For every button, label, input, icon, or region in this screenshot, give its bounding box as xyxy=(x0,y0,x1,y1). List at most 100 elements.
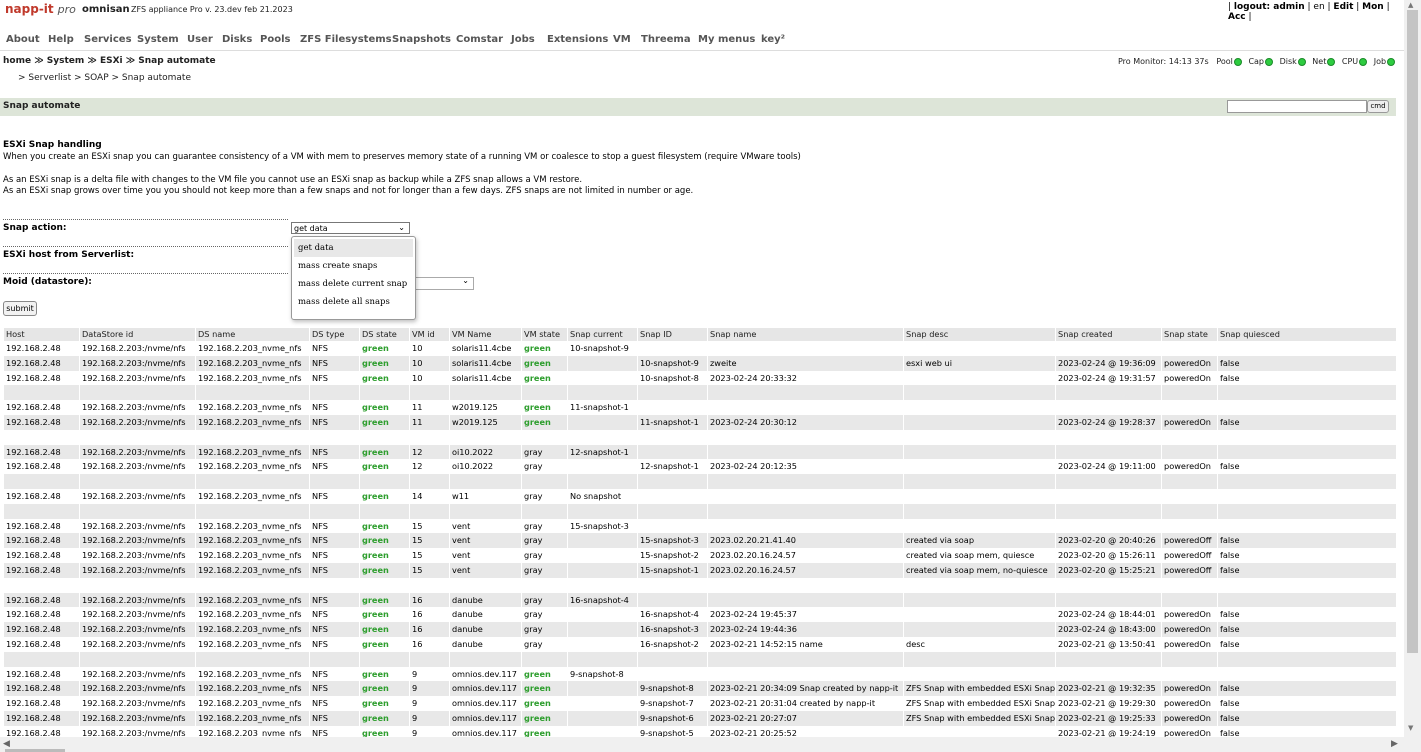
table-cell: 192.168.2.203_nvme_nfs xyxy=(195,355,309,371)
option-get-data[interactable]: get data xyxy=(294,239,413,257)
column-header[interactable]: Snap desc xyxy=(903,328,1055,341)
column-header[interactable]: Snap name xyxy=(707,328,903,341)
table-cell: 10-snapshot-9 xyxy=(637,355,707,371)
menu-vm[interactable]: VM xyxy=(613,34,631,45)
column-header[interactable]: Snap quiesced xyxy=(1217,328,1396,341)
table-cell xyxy=(521,429,567,445)
monitor-job[interactable]: Job xyxy=(1374,57,1399,66)
scrollbar-thumb[interactable] xyxy=(1407,10,1418,653)
menu-system[interactable]: System xyxy=(137,34,179,45)
app-logo[interactable]: napp-it pro xyxy=(5,2,76,16)
table-row: 192.168.2.48 192.168.2.203:/nvme/nfs 192.1… xyxy=(3,400,1396,415)
sub-breadcrumb[interactable]: > Serverlist > SOAP > Snap automate xyxy=(18,73,191,83)
menu-jobs[interactable]: Jobs xyxy=(511,34,535,45)
table-cell: false xyxy=(1217,370,1396,386)
language-link[interactable]: en xyxy=(1313,2,1324,12)
menu-disks[interactable]: Disks xyxy=(222,34,252,45)
menu-comstar[interactable]: Comstar xyxy=(456,34,503,45)
table-cell xyxy=(449,577,521,593)
table-cell: 2023-02-20 @ 20:40:26 xyxy=(1055,533,1161,549)
column-header[interactable]: DS state xyxy=(359,328,409,341)
table-cell: 16 xyxy=(409,636,449,652)
table-cell xyxy=(449,385,521,401)
mon-link[interactable]: Mon xyxy=(1362,2,1384,12)
table-cell: false xyxy=(1217,562,1396,578)
monitor-disk[interactable]: Disk xyxy=(1280,57,1310,66)
table-cell: NFS xyxy=(309,681,359,697)
table-cell: 192.168.2.203:/nvme/nfs xyxy=(79,355,195,371)
table-cell: 2023-02-24 @ 18:43:00 xyxy=(1055,622,1161,637)
table-cell: 192.168.2.48 xyxy=(3,622,79,637)
column-header[interactable]: VM Name xyxy=(449,328,521,341)
table-cell xyxy=(903,341,1055,356)
column-header[interactable]: Snap state xyxy=(1161,328,1217,341)
menu-pools[interactable]: Pools xyxy=(260,34,290,45)
menu-snapshots[interactable]: Snapshots xyxy=(392,34,451,45)
table-row: 192.168.2.48 192.168.2.203:/nvme/nfs 192.1… xyxy=(3,414,1396,430)
table-cell: green xyxy=(359,622,409,637)
table-row: 192.168.2.48 192.168.2.203:/nvme/nfs 192.1… xyxy=(3,636,1396,652)
monitor-net[interactable]: Net xyxy=(1312,57,1339,66)
table-cell xyxy=(567,474,637,489)
scroll-right-icon[interactable]: ▶ xyxy=(1391,739,1398,749)
vertical-scrollbar[interactable]: ▲ ▼ xyxy=(1404,0,1421,752)
table-cell xyxy=(707,400,903,415)
table-cell xyxy=(637,592,707,608)
menu-key[interactable]: key² xyxy=(761,34,785,45)
column-header[interactable]: DS name xyxy=(195,328,309,341)
monitor-pool[interactable]: Pool xyxy=(1216,57,1246,66)
table-cell: false xyxy=(1217,533,1396,549)
cmd-input[interactable] xyxy=(1227,100,1367,113)
menu-extensions[interactable]: Extensions xyxy=(547,34,608,45)
status-dot-icon xyxy=(1359,57,1368,66)
menu-threema[interactable]: Threema xyxy=(641,34,691,45)
monitor-cap[interactable]: Cap xyxy=(1248,57,1277,66)
table-cell: NFS xyxy=(309,488,359,504)
table-cell: danube xyxy=(449,607,521,623)
monitor-cpu[interactable]: CPU xyxy=(1342,57,1371,66)
logout-link[interactable]: logout: admin xyxy=(1234,2,1305,12)
horizontal-scrollbar[interactable]: ◀ ▶ xyxy=(0,737,1404,752)
scroll-down-icon[interactable]: ▼ xyxy=(1408,724,1413,732)
menu-user[interactable]: User xyxy=(187,34,213,45)
option-mass-delete-current-snap[interactable]: mass delete current snap xyxy=(292,275,415,293)
table-cell xyxy=(3,474,79,489)
menu-services[interactable]: Services xyxy=(84,34,132,45)
option-mass-create-snaps[interactable]: mass create snaps xyxy=(292,257,415,275)
table-cell xyxy=(195,474,309,489)
table-cell: 10-snapshot-9 xyxy=(567,341,637,356)
column-header[interactable]: DataStore id xyxy=(79,328,195,341)
cmd-button[interactable]: cmd xyxy=(1367,100,1389,113)
table-cell: 192.168.2.203:/nvme/nfs xyxy=(79,636,195,652)
table-cell xyxy=(1217,518,1396,534)
moid-select[interactable]: ⌄ xyxy=(410,276,474,290)
table-cell: 192.168.2.48 xyxy=(3,444,79,460)
scroll-up-icon[interactable]: ▲ xyxy=(1408,1,1413,9)
column-header[interactable]: VM id xyxy=(409,328,449,341)
column-header[interactable]: Snap current xyxy=(567,328,637,341)
table-cell: created via soap xyxy=(903,533,1055,549)
column-header[interactable]: Host xyxy=(3,328,79,341)
column-header[interactable]: VM state xyxy=(521,328,567,341)
table-cell xyxy=(1055,666,1161,682)
menu-my-menus[interactable]: My menus xyxy=(698,34,755,45)
breadcrumb[interactable]: home ≫ System ≫ ESXi ≫ Snap automate xyxy=(3,56,216,66)
table-cell: 192.168.2.203:/nvme/nfs xyxy=(79,622,195,637)
table-cell: 192.168.2.203_nvme_nfs xyxy=(195,400,309,415)
submit-button[interactable]: submit xyxy=(3,301,37,316)
menu-zfs-filesystems[interactable]: ZFS Filesystems xyxy=(300,34,392,45)
esxi-host-label: ESXi host from Serverlist: xyxy=(3,250,135,260)
acc-link[interactable]: Acc xyxy=(1228,12,1246,22)
column-header[interactable]: Snap ID xyxy=(637,328,707,341)
edit-link[interactable]: Edit xyxy=(1333,2,1353,12)
column-header[interactable]: Snap created xyxy=(1055,328,1161,341)
scroll-left-icon[interactable]: ◀ xyxy=(3,739,10,749)
column-header[interactable]: DS type xyxy=(309,328,359,341)
table-cell xyxy=(195,503,309,519)
menu-help[interactable]: Help xyxy=(48,34,74,45)
snap-action-select[interactable]: get data ⌄ xyxy=(291,222,410,234)
table-cell: 192.168.2.203_nvme_nfs xyxy=(195,533,309,549)
menu-about[interactable]: About xyxy=(6,34,40,45)
table-cell: 9 xyxy=(409,696,449,711)
option-mass-delete-all-snaps[interactable]: mass delete all snaps xyxy=(292,293,415,311)
